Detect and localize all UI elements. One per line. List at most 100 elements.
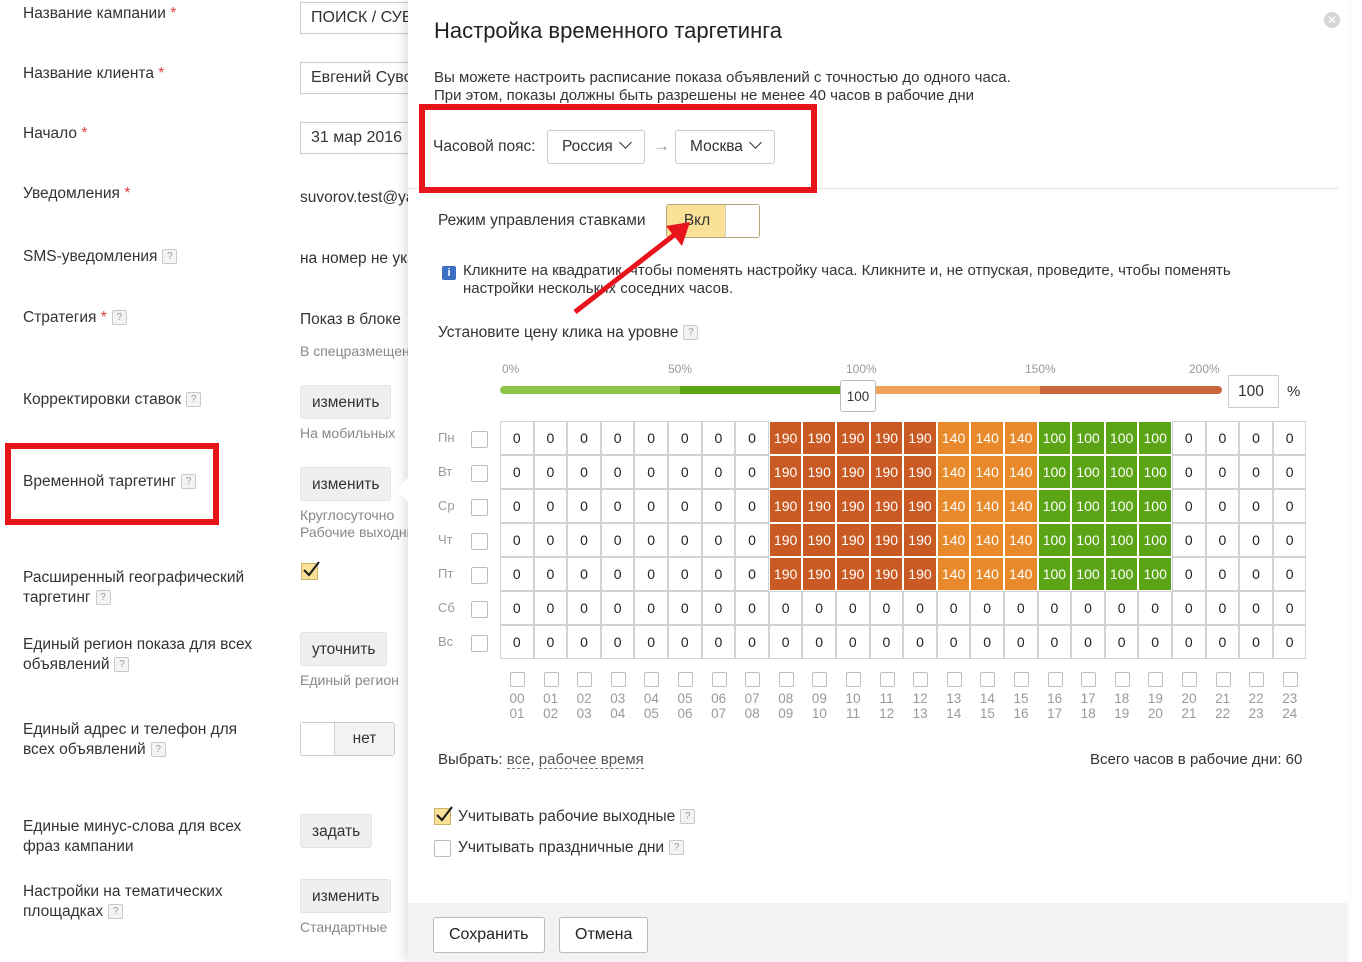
select-work-time-link[interactable]: рабочее время — [538, 751, 644, 769]
hour-checkbox[interactable] — [980, 672, 996, 687]
hour-cell[interactable]: 190 — [836, 455, 870, 489]
hour-checkbox[interactable] — [1282, 672, 1298, 687]
hour-cell[interactable]: 140 — [970, 421, 1004, 455]
hour-cell[interactable]: 0 — [1239, 523, 1273, 557]
hour-checkbox[interactable] — [510, 672, 525, 687]
hour-cell[interactable]: 0 — [802, 591, 836, 625]
hour-cell[interactable]: 190 — [768, 489, 803, 523]
hour-cell[interactable]: 140 — [1004, 489, 1038, 523]
hour-checkbox[interactable] — [610, 672, 626, 687]
hour-cell[interactable]: 0 — [634, 489, 668, 523]
hour-cell[interactable]: 190 — [869, 523, 904, 557]
hour-cell[interactable]: 0 — [1004, 591, 1038, 625]
hour-cell[interactable]: 100 — [1138, 421, 1172, 455]
hour-cell[interactable]: 0 — [836, 625, 870, 659]
hour-cell[interactable]: 0 — [634, 455, 668, 489]
workdays-checkbox[interactable] — [434, 806, 453, 825]
day-checkbox[interactable] — [471, 533, 488, 550]
hour-cell[interactable]: 0 — [701, 489, 736, 523]
thematic-button[interactable]: изменить — [300, 879, 392, 913]
hour-cell[interactable]: 190 — [903, 557, 937, 591]
hour-checkbox[interactable] — [711, 672, 727, 687]
hour-cell[interactable]: 0 — [1004, 625, 1038, 659]
hour-checkbox[interactable] — [543, 672, 559, 687]
hour-cell[interactable]: 140 — [936, 557, 971, 591]
help-icon[interactable]: ? — [150, 742, 166, 757]
hour-cell[interactable]: 140 — [1004, 455, 1038, 489]
hour-cell[interactable]: 0 — [1239, 591, 1273, 625]
hour-cell[interactable]: 0 — [634, 421, 668, 455]
price-input[interactable]: 100 — [1228, 375, 1279, 408]
hour-cell[interactable]: 0 — [1037, 591, 1072, 625]
save-button[interactable]: Сохранить — [433, 917, 545, 953]
bid-adjust-button[interactable]: изменить — [300, 385, 392, 419]
hour-cell[interactable]: 0 — [533, 625, 568, 659]
help-icon[interactable]: ? — [162, 249, 178, 264]
hour-cell[interactable]: 0 — [1172, 455, 1206, 489]
hour-cell[interactable]: 0 — [533, 455, 568, 489]
hour-cell[interactable]: 0 — [1172, 591, 1206, 625]
hour-cell[interactable]: 0 — [600, 421, 635, 455]
time-targeting-button[interactable]: изменить — [300, 467, 392, 501]
hour-cell[interactable]: 0 — [668, 591, 702, 625]
help-icon[interactable]: ? — [680, 809, 696, 824]
hour-cell[interactable]: 0 — [735, 591, 769, 625]
hour-cell[interactable]: 0 — [533, 489, 568, 523]
day-checkbox[interactable] — [471, 635, 488, 652]
hour-cell[interactable]: 0 — [735, 625, 769, 659]
hour-cell[interactable]: 0 — [1205, 625, 1240, 659]
hour-cell[interactable]: 0 — [735, 523, 769, 557]
hour-checkbox[interactable] — [778, 672, 794, 687]
hour-checkbox[interactable] — [1215, 672, 1231, 687]
hour-cell[interactable]: 0 — [600, 523, 635, 557]
hour-cell[interactable]: 190 — [802, 421, 836, 455]
hour-cell[interactable]: 190 — [802, 489, 836, 523]
hour-cell[interactable]: 190 — [869, 421, 904, 455]
hour-cell[interactable]: 0 — [1104, 591, 1139, 625]
hour-cell[interactable]: 0 — [600, 557, 635, 591]
hour-cell[interactable]: 0 — [1272, 455, 1307, 489]
hour-cell[interactable]: 0 — [600, 591, 635, 625]
hour-cell[interactable]: 100 — [1104, 455, 1139, 489]
hour-cell[interactable]: 0 — [1239, 455, 1273, 489]
hour-cell[interactable]: 140 — [970, 523, 1004, 557]
hour-cell[interactable]: 190 — [768, 421, 803, 455]
close-icon[interactable]: ✕ — [1324, 12, 1340, 28]
help-icon[interactable]: ? — [111, 310, 127, 325]
hour-cell[interactable]: 0 — [1071, 591, 1105, 625]
hour-cell[interactable]: 0 — [567, 557, 601, 591]
hour-cell[interactable]: 0 — [634, 625, 668, 659]
hour-cell[interactable]: 140 — [936, 455, 971, 489]
price-slider-handle[interactable]: 100 — [840, 380, 876, 412]
hour-cell[interactable]: 0 — [1272, 421, 1307, 455]
hour-cell[interactable]: 0 — [768, 591, 803, 625]
hour-cell[interactable]: 0 — [1205, 455, 1240, 489]
hour-cell[interactable]: 0 — [500, 591, 534, 625]
hour-cell[interactable]: 0 — [1272, 591, 1307, 625]
hour-cell[interactable]: 0 — [1138, 591, 1172, 625]
hour-cell[interactable]: 0 — [1071, 625, 1105, 659]
hour-cell[interactable]: 0 — [1272, 489, 1307, 523]
hour-cell[interactable]: 100 — [1037, 523, 1072, 557]
hour-cell[interactable]: 0 — [567, 421, 601, 455]
hour-cell[interactable]: 0 — [500, 625, 534, 659]
hour-cell[interactable]: 100 — [1138, 557, 1172, 591]
hour-cell[interactable]: 100 — [1104, 557, 1139, 591]
hour-cell[interactable]: 0 — [903, 625, 937, 659]
hour-cell[interactable]: 0 — [1172, 489, 1206, 523]
hour-cell[interactable]: 0 — [701, 557, 736, 591]
hour-checkbox[interactable] — [1014, 672, 1029, 687]
hour-cell[interactable]: 190 — [903, 455, 937, 489]
hour-cell[interactable]: 0 — [1239, 625, 1273, 659]
hour-cell[interactable]: 0 — [1138, 625, 1172, 659]
hour-cell[interactable]: 100 — [1037, 421, 1072, 455]
hour-cell[interactable]: 0 — [701, 421, 736, 455]
hour-cell[interactable]: 0 — [1104, 625, 1139, 659]
hour-cell[interactable]: 0 — [970, 591, 1004, 625]
minus-words-button[interactable]: задать — [300, 814, 373, 848]
hour-cell[interactable]: 0 — [735, 455, 769, 489]
hour-cell[interactable]: 0 — [735, 421, 769, 455]
hour-cell[interactable]: 140 — [1004, 523, 1038, 557]
hour-cell[interactable]: 0 — [802, 625, 836, 659]
hour-cell[interactable]: 0 — [836, 591, 870, 625]
